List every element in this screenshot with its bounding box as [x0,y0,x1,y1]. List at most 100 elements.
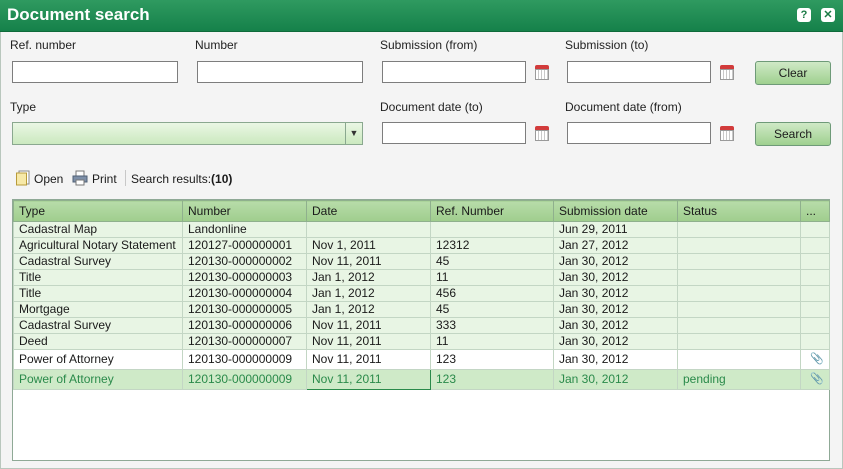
cell-submission-date: Jan 30, 2012 [553,317,678,334]
window-title: Document search [7,5,150,24]
cell-status [677,301,801,318]
table-row[interactable]: Mortgage 120130-000000005 Jan 1, 2012 45… [13,301,830,318]
clear-button[interactable]: Clear [755,61,831,85]
column-header-number[interactable]: Number [182,200,307,222]
submission-to-input[interactable] [567,61,711,83]
cell-status [677,285,801,302]
cell-date: Nov 11, 2011 [306,333,431,350]
cell-type: Cadastral Survey [13,317,183,334]
cell-number: 120130-000000009 [182,349,307,370]
calendar-icon[interactable] [535,126,549,141]
cell-ref-number [430,221,554,238]
ref-number-label: Ref. number [10,38,77,52]
cell-ref-number: 12312 [430,237,554,254]
cell-status [677,317,801,334]
cell-ref-number: 45 [430,301,554,318]
cell-date: Nov 11, 2011 [306,349,431,370]
table-row[interactable]: Cadastral Survey 120130-000000002 Nov 11… [13,253,830,270]
print-button[interactable]: Print [92,172,117,186]
cell-date: Jan 1, 2012 [306,301,431,318]
number-input[interactable] [197,61,363,83]
cell-more: 📎 [800,369,830,390]
column-header-ref-number[interactable]: Ref. Number [430,200,554,222]
cell-submission-date: Jan 30, 2012 [553,285,678,302]
title-bar: Document search ? ✕ [0,0,843,32]
table-row[interactable]: Power of Attorney 120130-000000009 Nov 1… [13,349,830,370]
cell-submission-date: Jan 30, 2012 [553,369,678,390]
type-select[interactable]: ▼ [12,122,363,145]
document-date-to-input[interactable] [382,122,526,144]
cell-number: Landonline [182,221,307,238]
cell-type: Mortgage [13,301,183,318]
cell-ref-number: 123 [430,369,554,390]
calendar-icon[interactable] [535,65,549,80]
table-row[interactable]: Title 120130-000000004 Jan 1, 2012 456 J… [13,285,830,302]
ref-number-input[interactable] [12,61,178,83]
results-label: Search results:(10) [131,172,233,186]
cell-ref-number: 45 [430,253,554,270]
cell-date: Nov 11, 2011 [306,317,431,334]
open-document-icon[interactable] [15,170,31,186]
cell-date: Nov 11, 2011 [306,253,431,270]
cell-type: Title [13,269,183,286]
table-row[interactable]: Title 120130-000000003 Jan 1, 2012 11 Ja… [13,269,830,286]
column-header-status[interactable]: Status [677,200,801,222]
cell-submission-date: Jan 30, 2012 [553,269,678,286]
cell-more [800,269,830,286]
search-button[interactable]: Search [755,122,831,146]
calendar-icon[interactable] [720,65,734,80]
cell-ref-number: 123 [430,349,554,370]
printer-icon[interactable] [72,170,88,186]
cell-number: 120130-000000003 [182,269,307,286]
cell-date: Jan 1, 2012 [306,285,431,302]
table-header-row: Type Number Date Ref. Number Submission … [13,200,830,222]
open-button[interactable]: Open [34,172,63,186]
cell-type: Power of Attorney [13,369,183,390]
table-row[interactable]: Cadastral Map Landonline Jun 29, 2011 [13,221,830,238]
table-row[interactable]: Cadastral Survey 120130-000000006 Nov 11… [13,317,830,334]
type-label: Type [10,100,37,114]
cell-submission-date: Jan 27, 2012 [553,237,678,254]
cell-number: 120130-000000002 [182,253,307,270]
document-date-from-input[interactable] [567,122,711,144]
cell-more: 📎 [800,349,830,370]
column-header-submission-date[interactable]: Submission date [553,200,678,222]
cell-status: pending [677,369,801,390]
cell-status [677,221,801,238]
table-row[interactable]: Deed 120130-000000007 Nov 11, 2011 11 Ja… [13,333,830,350]
cell-more [800,221,830,238]
results-table: Type Number Date Ref. Number Submission … [13,200,830,390]
cell-status [677,333,801,350]
paperclip-icon[interactable]: 📎 [810,351,824,369]
submission-from-label: Submission (from) [380,38,478,52]
close-icon[interactable]: ✕ [821,8,835,22]
cell-submission-date: Jun 29, 2011 [553,221,678,238]
submission-from-input[interactable] [382,61,526,83]
toolbar-divider [125,170,126,186]
cell-type: Cadastral Map [13,221,183,238]
column-header-type[interactable]: Type [13,200,183,222]
cell-ref-number: 11 [430,269,554,286]
column-header-more[interactable]: ... [800,200,830,222]
cell-more [800,301,830,318]
cell-more [800,317,830,334]
paperclip-icon[interactable]: 📎 [810,371,824,389]
cell-type: Cadastral Survey [13,253,183,270]
cell-status [677,349,801,370]
calendar-icon[interactable] [720,126,734,141]
column-header-date[interactable]: Date [306,200,431,222]
cell-type: Deed [13,333,183,350]
table-row-selected[interactable]: Power of Attorney 120130-000000009 Nov 1… [13,369,830,390]
cell-date: Nov 1, 2011 [306,237,431,254]
cell-status [677,237,801,254]
results-grid[interactable]: Type Number Date Ref. Number Submission … [12,199,830,461]
cell-number: 120130-000000004 [182,285,307,302]
chevron-down-icon[interactable]: ▼ [345,123,362,144]
table-row[interactable]: Agricultural Notary Statement 120127-000… [13,237,830,254]
help-icon[interactable]: ? [797,8,811,22]
cell-status [677,253,801,270]
cell-type: Title [13,285,183,302]
cell-date [306,221,431,238]
cell-more [800,285,830,302]
cell-ref-number: 456 [430,285,554,302]
